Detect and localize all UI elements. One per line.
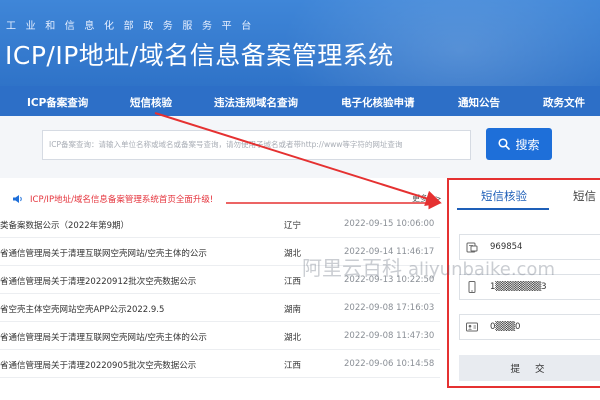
list-item-title: 省通信管理局关于清理互联网空壳网站/空壳主体的公示 [0,249,207,259]
mobile-phone-field[interactable]: 1▒▒▒▒▒▒▒3 [459,274,600,300]
list-item-province: 湖北 [284,249,302,259]
ministry-text: 工业和信息化部政务服务平台 [6,21,261,32]
list-item-title: 省通信管理局关于清理互联网空壳网站/空壳主体的公示 [0,333,207,343]
sms-verify-panel: 短信核验 短信 969854 1▒▒▒▒▒▒▒3 0▒▒▒0 提 交 [447,178,600,388]
tab-sms-next[interactable]: 短信 [573,188,596,204]
nav-item-illegal-domain-query[interactable]: 违法违规域名查询 [214,95,298,110]
list-item-province: 湖北 [284,333,302,343]
list-item-date: 2022-09-08 17:16:03 [344,303,435,313]
list-item-title: 省空壳主体空壳网站空壳APP公示2022.9.5 [0,305,165,315]
nav-item-e-verification[interactable]: 电子化核验申请 [341,95,415,110]
mobile-phone-value: 1▒▒▒▒▒▒▒3 [490,282,547,292]
search-button-label: 搜索 [515,137,540,152]
search-button[interactable]: 搜索 [486,128,552,160]
list-item[interactable]: 省通信管理局关于清理20220905批次空壳数据公示 江西 2022-09-06… [0,354,440,378]
list-item-date: 2022-09-06 10:14:58 [344,359,435,369]
header-banner: 工业和信息化部政务服务平台 ICP/IP地址/域名信息备案管理系统 [0,0,600,86]
mobile-phone-icon [468,281,476,293]
list-item-date: 2022-09-08 11:47:30 [344,331,435,341]
list-item-date: 2022-09-14 11:46:17 [344,247,435,257]
submit-button[interactable]: 提 交 [459,355,600,381]
verification-code-value: 969854 [490,242,523,252]
list-item-title: 类备案数据公示（2022年第9期） [0,221,130,231]
notice-text: ICP/IP地址/域名信息备案管理系统首页全面升级! [30,195,214,205]
search-input[interactable]: ICP备案查询：请输入单位名称或域名或备案号查询，请勿使用子域名或者带http:… [42,130,471,160]
list-item[interactable]: 省空壳主体空壳网站空壳APP公示2022.9.5 湖南 2022-09-08 1… [0,298,440,322]
list-item-date: 2022-09-15 10:06:00 [344,219,435,229]
list-item-province: 江西 [284,277,302,287]
list-item[interactable]: 省通信管理局关于清理互联网空壳网站/空壳主体的公示 湖北 2022-09-14 … [0,242,440,266]
list-item[interactable]: 省通信管理局关于清理互联网空壳网站/空壳主体的公示 湖北 2022-09-08 … [0,326,440,350]
notice-banner[interactable]: ICP/IP地址/域名信息备案管理系统首页全面升级! [12,192,213,206]
list-item-title: 省通信管理局关于清理20220905批次空壳数据公示 [0,361,197,371]
nav-item-sms-verify[interactable]: 短信核验 [130,95,172,110]
verification-code-icon [466,242,478,253]
main-nav: ICP备案查询 短信核验 违法违规域名查询 电子化核验申请 通知公告 政务文件 [0,86,600,116]
search-icon [498,138,511,150]
nav-item-notices[interactable]: 通知公告 [458,95,500,110]
id-card-field[interactable]: 0▒▒▒0 [459,314,600,340]
list-item[interactable]: 类备案数据公示（2022年第9期） 辽宁 2022-09-15 10:06:00 [0,214,440,238]
list-item[interactable]: 省通信管理局关于清理20220912批次空壳数据公示 江西 2022-09-13… [0,270,440,294]
tab-sms-verify[interactable]: 短信核验 [481,188,527,204]
verification-code-field[interactable]: 969854 [459,234,600,260]
active-tab-underline [457,208,549,210]
speaker-icon [13,195,22,203]
list-item-province: 江西 [284,361,302,371]
list-item-province: 辽宁 [284,221,302,231]
list-item-date: 2022-09-13 10:22:50 [344,275,435,285]
search-area: ICP备案查询：请输入单位名称或域名或备案号查询，请勿使用子域名或者带http:… [0,116,600,178]
more-link[interactable]: 更多>> [412,193,441,204]
nav-item-gov-docs[interactable]: 政务文件 [543,95,585,110]
id-card-value: 0▒▒▒0 [490,322,521,332]
system-title: ICP/IP地址/域名信息备案管理系统 [5,41,394,70]
list-item-title: 省通信管理局关于清理20220912批次空壳数据公示 [0,277,197,287]
id-card-icon [466,322,478,332]
nav-item-icp-query[interactable]: ICP备案查询 [27,95,88,110]
list-item-province: 湖南 [284,305,302,315]
